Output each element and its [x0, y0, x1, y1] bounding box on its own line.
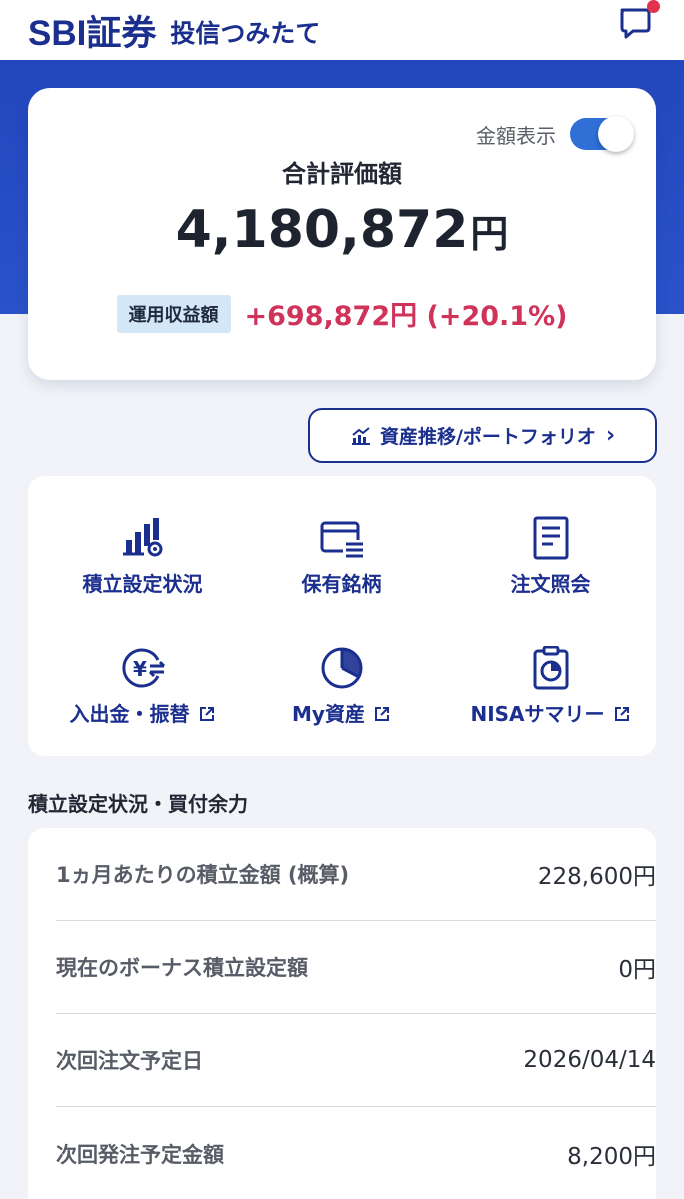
portfolio-button-label: 資産推移/ポートフォリオ — [379, 426, 596, 448]
profit-badge: 運用収益額 — [116, 294, 231, 333]
pie-chart-icon — [321, 647, 362, 689]
menu-item-label: My資産 — [292, 702, 365, 726]
app-title: 投信つみたて — [170, 19, 321, 48]
profit-row: 運用収益額 +698,872円 (+20.1%) — [28, 294, 656, 333]
info-value: 8,200円 — [567, 1143, 656, 1170]
menu-item-label: 積立設定状況 — [82, 572, 203, 596]
amount-display-toggle-row: 金額表示 — [476, 116, 634, 152]
card-list-icon — [320, 521, 363, 558]
yen-transfer-icon: ¥ — [121, 648, 165, 688]
external-link-icon — [613, 704, 631, 728]
total-amount-unit: 円 — [470, 212, 509, 256]
clipboard-chart-icon — [533, 646, 568, 690]
menu-item-label: 注文照会 — [510, 572, 591, 596]
svg-text:¥: ¥ — [133, 657, 147, 681]
total-valuation-card: 金額表示 合計評価額 4,180,872円 運用収益額 +698,872円 (+… — [28, 88, 656, 380]
info-value: 2026/04/14 — [523, 1047, 656, 1073]
info-label: 次回注文予定日 — [56, 1049, 203, 1073]
document-icon — [533, 516, 568, 560]
message-button[interactable] — [616, 0, 660, 42]
menu-item-holdings[interactable]: 保有銘柄 — [237, 514, 446, 597]
menu-item-label: NISAサマリー — [470, 702, 605, 726]
info-label: 次回発注予定金額 — [56, 1142, 224, 1167]
info-row-next-order-amount: 次回発注予定金額 8,200円 — [56, 1107, 656, 1199]
chevron-right-icon: › — [605, 423, 616, 448]
portfolio-button[interactable]: 資産推移/ポートフォリオ › — [308, 408, 657, 463]
growth-chart-icon — [351, 426, 370, 445]
info-value: 228,600円 — [537, 864, 656, 890]
menu-grid: 積立設定状況 保有銘柄 注文照会 ¥ 入出金・振替 My資産 NISAサマリー — [28, 476, 656, 756]
profit-value: +698,872円 (+20.1%) — [244, 301, 568, 332]
amount-display-toggle[interactable] — [570, 116, 634, 152]
menu-item-deposit-transfer[interactable]: ¥ 入出金・振替 — [38, 644, 247, 728]
total-amount: 4,180,872円 — [28, 200, 656, 260]
info-row-monthly-amount: 1ヵ月あたりの積立金額 (概算) 228,600円 — [56, 828, 656, 921]
notification-dot — [647, 0, 660, 13]
info-label: 1ヵ月あたりの積立金額 (概算) — [56, 863, 350, 887]
menu-item-reserve-settings[interactable]: 積立設定状況 — [38, 514, 247, 597]
info-label: 現在のボーナス積立設定額 — [56, 956, 308, 980]
external-link-icon — [373, 704, 391, 728]
section-title: 積立設定状況・買付余力 — [28, 792, 248, 816]
reserve-info-card: 1ヵ月あたりの積立金額 (概算) 228,600円 現在のボーナス積立設定額 0… — [28, 828, 656, 1199]
external-link-icon — [198, 704, 216, 728]
info-row-next-order-date: 次回注文予定日 2026/04/14 — [56, 1014, 656, 1107]
info-value: 0円 — [618, 957, 656, 983]
menu-item-label: 保有銘柄 — [301, 572, 382, 596]
total-label: 合計評価額 — [282, 160, 402, 188]
info-row-bonus-amount: 現在のボーナス積立設定額 0円 — [56, 921, 656, 1014]
toggle-label: 金額表示 — [476, 123, 556, 148]
menu-item-my-assets[interactable]: My資産 — [237, 644, 446, 728]
menu-item-order-inquiry[interactable]: 注文照会 — [446, 514, 655, 597]
menu-item-nisa-summary[interactable]: NISAサマリー — [446, 644, 655, 728]
app-header: SBI証券 投信つみたて — [0, 0, 684, 60]
total-amount-value: 4,180,872 — [175, 200, 469, 260]
menu-item-label: 入出金・振替 — [69, 702, 190, 726]
sbi-logo: SBI証券 — [28, 13, 157, 53]
toggle-knob — [598, 116, 634, 152]
chart-gear-icon — [122, 518, 162, 557]
